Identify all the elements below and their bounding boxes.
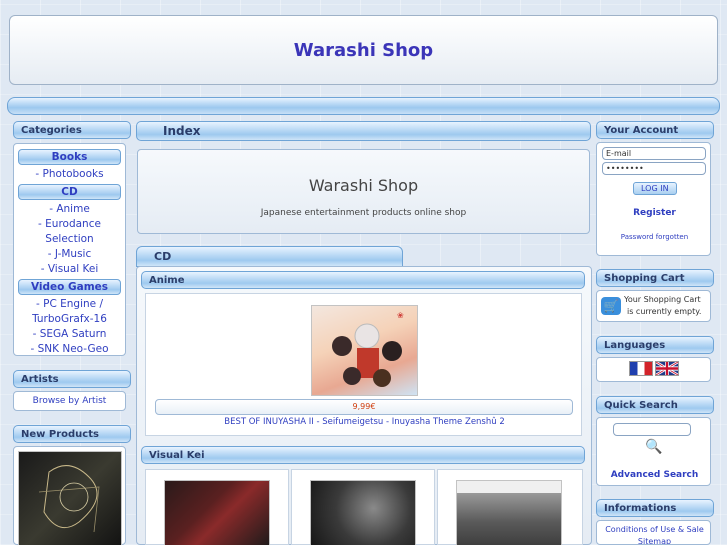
- visual-kei-product-card: [437, 469, 583, 545]
- category-eurodance-selection[interactable]: Selection: [14, 232, 125, 247]
- anime-heading: Anime: [141, 271, 585, 289]
- visual-kei-cover-image-2[interactable]: [310, 480, 416, 545]
- artists-heading: Artists: [13, 370, 131, 388]
- category-eurodance[interactable]: - Eurodance: [14, 217, 125, 232]
- product-title-link[interactable]: BEST OF INUYASHA II - Seifumeigetsu - In…: [146, 417, 583, 427]
- cover-art-lines: [38, 465, 100, 533]
- site-header: Warashi Shop: [9, 15, 718, 85]
- top-navbar: [7, 97, 720, 115]
- account-box: LOG IN Register Password forgotten: [596, 142, 711, 256]
- shopping-cart-box: 🛒 Your Shopping Cart is currently empty.: [596, 290, 711, 322]
- your-account-heading: Your Account: [596, 121, 714, 139]
- category-turbografx[interactable]: TurboGrafx-16: [14, 312, 125, 327]
- password-field[interactable]: [602, 162, 706, 175]
- new-product-cover-image[interactable]: [18, 451, 122, 545]
- tab-cd[interactable]: CD: [136, 246, 403, 267]
- login-button[interactable]: LOG IN: [633, 182, 677, 195]
- advanced-search-link[interactable]: Advanced Search: [597, 470, 712, 480]
- category-cd[interactable]: CD: [18, 184, 121, 200]
- anime-product-card: ❀ 9,99€ BEST OF INUYASHA II - Seifumeige…: [145, 293, 582, 436]
- index-intro-panel: Warashi Shop Japanese entertainment prod…: [137, 149, 590, 234]
- visual-kei-product-card: [291, 469, 435, 545]
- email-field[interactable]: [602, 147, 706, 160]
- visual-kei-cover-image-3[interactable]: [456, 480, 562, 545]
- site-title[interactable]: Warashi Shop: [294, 40, 433, 61]
- french-flag-icon[interactable]: [629, 361, 653, 376]
- quick-search-box: 🔍 Advanced Search: [596, 417, 711, 486]
- english-flag-icon[interactable]: [655, 361, 679, 376]
- register-link[interactable]: Register: [597, 208, 712, 218]
- category-snk-neo-geo[interactable]: - SNK Neo-Geo: [14, 342, 125, 357]
- quick-search-input[interactable]: [613, 423, 691, 436]
- category-anime[interactable]: - Anime: [14, 202, 125, 217]
- cart-icon[interactable]: 🛒: [601, 297, 621, 315]
- uk-flag-shape: [656, 362, 678, 375]
- categories-box: Books - Photobooks CD - Anime - Eurodanc…: [13, 143, 126, 356]
- cart-empty-line2: is currently empty.: [627, 307, 702, 316]
- index-heading: Index: [136, 121, 591, 141]
- cart-empty-line1: Your Shopping Cart: [624, 295, 701, 304]
- category-books[interactable]: Books: [18, 149, 121, 165]
- new-products-box: [13, 446, 126, 545]
- informations-box: Conditions of Use & Sale Sitemap: [596, 520, 711, 545]
- category-visual-kei[interactable]: - Visual Kei: [14, 262, 125, 277]
- svg-text:❀: ❀: [397, 311, 404, 320]
- languages-heading: Languages: [596, 336, 714, 354]
- sitemap-link[interactable]: Sitemap: [597, 537, 710, 544]
- category-sega-saturn[interactable]: - SEGA Saturn: [14, 327, 125, 342]
- shopping-cart-heading: Shopping Cart: [596, 269, 714, 287]
- categories-heading: Categories: [13, 121, 131, 139]
- index-shop-title: Warashi Shop: [308, 176, 419, 195]
- new-products-heading: New Products: [13, 425, 131, 443]
- category-pc-engine[interactable]: - PC Engine /: [14, 297, 125, 312]
- visual-kei-product-card: [145, 469, 289, 545]
- price-tag: 9,99€: [155, 399, 573, 415]
- category-video-games[interactable]: Video Games: [18, 279, 121, 295]
- visual-kei-cover-image-1[interactable]: [164, 480, 270, 545]
- inuyasha-cover-image[interactable]: ❀: [311, 305, 418, 396]
- index-subtitle: Japanese entertainment products online s…: [260, 208, 467, 218]
- search-icon[interactable]: 🔍: [644, 438, 664, 456]
- quick-search-heading: Quick Search: [596, 396, 714, 414]
- category-j-music[interactable]: - J-Music: [14, 247, 125, 262]
- conditions-link[interactable]: Conditions of Use & Sale: [597, 525, 710, 534]
- password-forgotten-link[interactable]: Password forgotten: [597, 233, 712, 241]
- visual-kei-heading: Visual Kei: [141, 446, 585, 464]
- browse-by-artist-link[interactable]: Browse by Artist: [33, 396, 107, 406]
- informations-heading: Informations: [596, 499, 714, 517]
- category-photobooks[interactable]: - Photobooks: [14, 167, 125, 182]
- artists-box: Browse by Artist: [13, 391, 126, 411]
- languages-box: [596, 357, 711, 382]
- cover-art-figures: ❀: [332, 311, 404, 387]
